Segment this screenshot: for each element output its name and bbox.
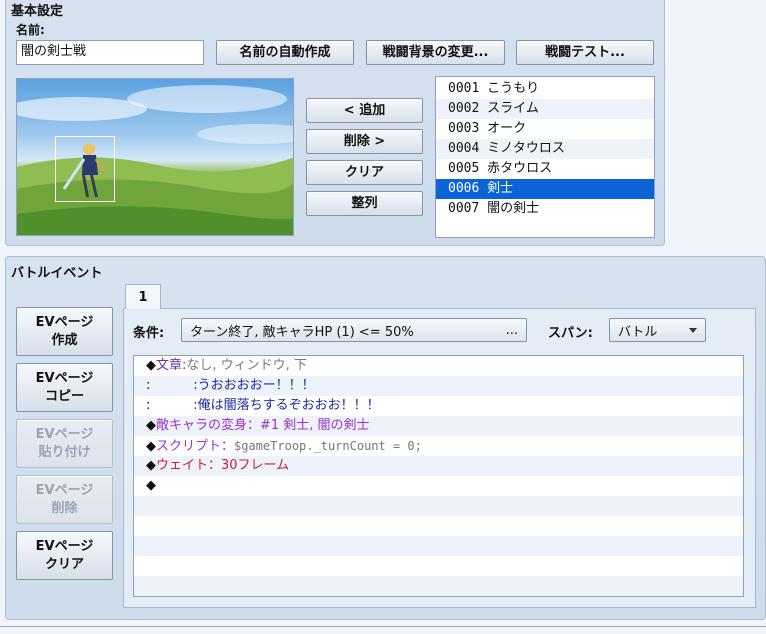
command-row[interactable]: ◆ (134, 476, 743, 496)
command-row-empty (134, 516, 743, 536)
span-select[interactable]: バトル (609, 318, 706, 342)
enemy-list-item[interactable]: 0005 赤タウロス (436, 159, 654, 179)
clear-enemies-button[interactable]: クリア (306, 160, 423, 185)
span-label: スパン: (548, 326, 593, 341)
chevron-down-icon (689, 327, 697, 333)
command-row[interactable]: : :うおおおおー！！！ (134, 376, 743, 396)
battle-test-button[interactable]: 戦闘テスト... (516, 40, 654, 65)
enemy-list-item[interactable]: 0004 ミノタウロス (436, 139, 654, 159)
enemy-list-item[interactable]: 0001 こうもり (436, 79, 654, 99)
condition-ellipsis-icon: ... (505, 322, 518, 338)
swordsman-sprite-icon (62, 143, 106, 197)
condition-field[interactable]: ターン終了, 敵キャラHP (1) <= 50% ... (181, 318, 527, 342)
ev-page-copy-button[interactable]: EVページ コピー (16, 363, 113, 412)
condition-label: 条件: (133, 326, 165, 341)
battle-preview[interactable] (16, 78, 294, 236)
command-row-empty (134, 536, 743, 556)
command-row[interactable]: : :俺は闇落ちするぞおおお！！！ (134, 396, 743, 416)
change-background-button[interactable]: 戦闘背景の変更... (366, 40, 505, 65)
command-row[interactable]: ◆ウェイト：30フレーム (134, 456, 743, 476)
ev-page-create-button[interactable]: EVページ 作成 (16, 307, 113, 356)
ev-page-clear-button[interactable]: EVページ クリア (16, 531, 113, 580)
enemy-list[interactable]: 0001 こうもり 0002 スライム 0003 オーク 0004 ミノタウロス… (435, 76, 655, 238)
name-label: 名前: (16, 23, 45, 37)
remove-enemy-button[interactable]: 削除 > (306, 129, 423, 154)
arrange-enemies-button[interactable]: 整列 (306, 191, 423, 216)
command-row[interactable]: ◆文章:なし, ウィンドウ, 下 (134, 356, 743, 376)
enemy-sprite[interactable] (55, 136, 115, 202)
enemy-list-item[interactable]: 0003 オーク (436, 119, 654, 139)
enemy-list-item[interactable]: 0007 闇の剣士 (436, 199, 654, 219)
command-row[interactable]: ◆敵キャラの変身：#1 剣士, 闇の剣士 (134, 416, 743, 436)
command-row-empty (134, 496, 743, 516)
command-row-empty (134, 576, 743, 596)
basic-settings-title: 基本設定 (11, 4, 64, 19)
add-enemy-button[interactable]: < 追加 (306, 98, 423, 123)
tab-page-1[interactable]: 1 (125, 284, 161, 309)
enemy-list-item[interactable]: 0002 スライム (436, 99, 654, 119)
battle-event-title: バトルイベント (11, 266, 103, 281)
command-row-empty (134, 556, 743, 576)
auto-name-button[interactable]: 名前の自動作成 (216, 40, 354, 65)
name-input[interactable]: 闇の剣士戦 (16, 40, 204, 65)
event-command-list[interactable]: ◆文章:なし, ウィンドウ, 下 : :うおおおおー！！！ : :俺は闇落ちする… (133, 355, 744, 597)
bottom-divider (0, 626, 766, 627)
ev-page-delete-button[interactable]: EVページ 削除 (16, 475, 113, 524)
command-row[interactable]: ◆スクリプト：$gameTroop._turnCount = 0; (134, 436, 743, 456)
ev-page-paste-button[interactable]: EVページ 貼り付け (16, 419, 113, 468)
enemy-list-item-selected[interactable]: 0006 剣士 (436, 179, 654, 199)
